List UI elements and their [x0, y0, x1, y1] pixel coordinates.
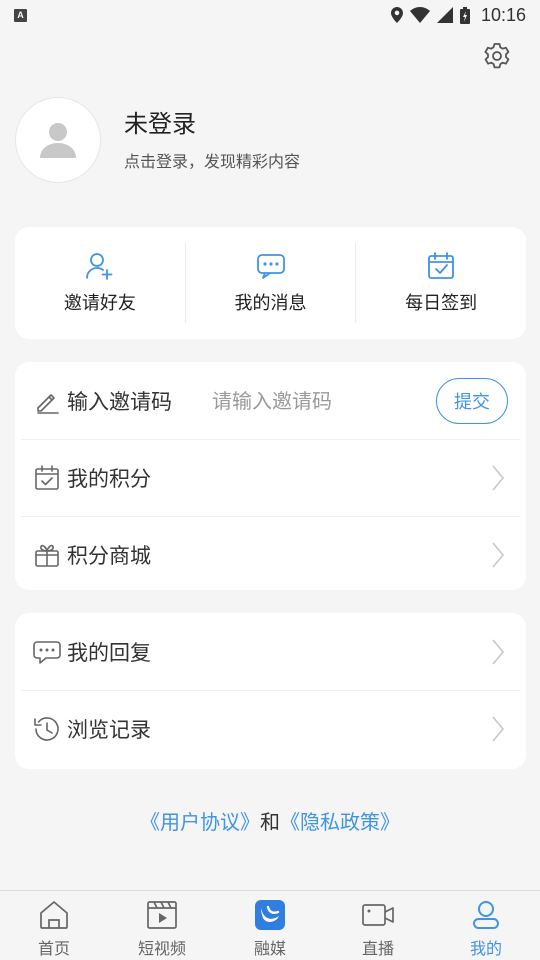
activity-card: 我的回复 浏览记录	[15, 613, 526, 769]
nav-live-label: 直播	[361, 939, 394, 958]
bottom-nav: 首页 短视频 融媒 直播 我的	[0, 890, 540, 960]
my-points-row[interactable]: 我的积分	[15, 439, 526, 516]
video-clip-icon	[145, 899, 179, 931]
calendar-check-icon	[33, 464, 61, 492]
add-user-icon	[85, 253, 113, 280]
status-time: 10:16	[480, 4, 526, 25]
chevron-right-icon	[488, 540, 508, 570]
my-messages-label: 我的消息	[234, 293, 307, 314]
user-agreement-link[interactable]: 《用户协议》	[140, 810, 260, 834]
user-avatar-icon	[40, 123, 76, 158]
message-icon	[256, 254, 285, 279]
chevron-right-icon	[488, 714, 508, 744]
my-replies-row[interactable]: 我的回复	[15, 613, 526, 690]
quick-actions-card: 邀请好友 我的消息 每日签到	[15, 227, 526, 339]
my-points-label: 我的积分	[67, 466, 151, 491]
nav-home-label: 首页	[37, 939, 70, 958]
profile-section[interactable]: 未登录 点击登录，发现精彩内容	[15, 96, 515, 184]
privacy-policy-link[interactable]: 《隐私政策》	[280, 810, 400, 834]
profile-subtitle: 点击登录，发现精彩内容	[124, 152, 301, 171]
my-replies-label: 我的回复	[67, 640, 151, 665]
submit-button[interactable]: 提交	[436, 377, 508, 424]
home-icon	[37, 899, 71, 931]
battery-icon	[459, 6, 470, 24]
nav-short-video-label: 短视频	[137, 939, 186, 958]
points-mall-row[interactable]: 积分商城	[15, 516, 526, 593]
profile-name: 未登录	[124, 110, 196, 138]
gift-icon	[33, 541, 61, 569]
user-icon	[469, 899, 503, 931]
nav-home[interactable]: 首页	[0, 891, 108, 960]
avatar[interactable]	[15, 97, 101, 183]
agreement-conjunction: 和	[260, 810, 280, 834]
invite-code-input[interactable]	[212, 388, 412, 413]
status-bar: A 10:16	[0, 0, 540, 30]
daily-checkin-button[interactable]: 每日签到	[356, 243, 526, 323]
browsing-history-label: 浏览记录	[67, 717, 151, 742]
gear-icon	[484, 43, 510, 69]
agreement-links: 《用户协议》和《隐私政策》	[0, 806, 540, 835]
wifi-icon	[409, 7, 430, 23]
chevron-right-icon	[488, 637, 508, 667]
invite-friends-button[interactable]: 邀请好友	[15, 243, 185, 323]
location-icon	[390, 7, 403, 23]
media-logo-icon	[253, 899, 287, 931]
pencil-icon	[33, 387, 61, 415]
profile-text: 未登录 点击登录，发现精彩内容	[124, 108, 300, 172]
my-messages-button[interactable]: 我的消息	[186, 243, 356, 323]
status-icons: 10:16	[390, 4, 526, 26]
nav-mine[interactable]: 我的	[432, 891, 540, 960]
calendar-check-icon	[428, 252, 455, 279]
daily-checkin-label: 每日签到	[405, 293, 478, 314]
camera-icon	[361, 899, 395, 931]
points-mall-label: 积分商城	[67, 543, 151, 568]
signal-icon	[436, 7, 453, 23]
invite-friends-label: 邀请好友	[63, 293, 136, 314]
invite-code-label: 输入邀请码	[67, 389, 172, 414]
settings-button[interactable]	[482, 41, 512, 71]
browsing-history-row[interactable]: 浏览记录	[15, 690, 526, 767]
nav-live[interactable]: 直播	[324, 891, 432, 960]
points-card: 输入邀请码 提交 我的积分 积分商城	[15, 362, 526, 590]
notification-a-icon: A	[14, 8, 27, 22]
chevron-right-icon	[488, 463, 508, 493]
invite-code-row: 输入邀请码 提交	[15, 362, 526, 439]
nav-media[interactable]: 融媒	[216, 891, 324, 960]
comment-icon	[33, 638, 61, 666]
nav-mine-label: 我的	[469, 939, 502, 958]
history-icon	[33, 715, 61, 743]
nav-media-label: 融媒	[253, 939, 286, 958]
nav-short-video[interactable]: 短视频	[108, 891, 216, 960]
